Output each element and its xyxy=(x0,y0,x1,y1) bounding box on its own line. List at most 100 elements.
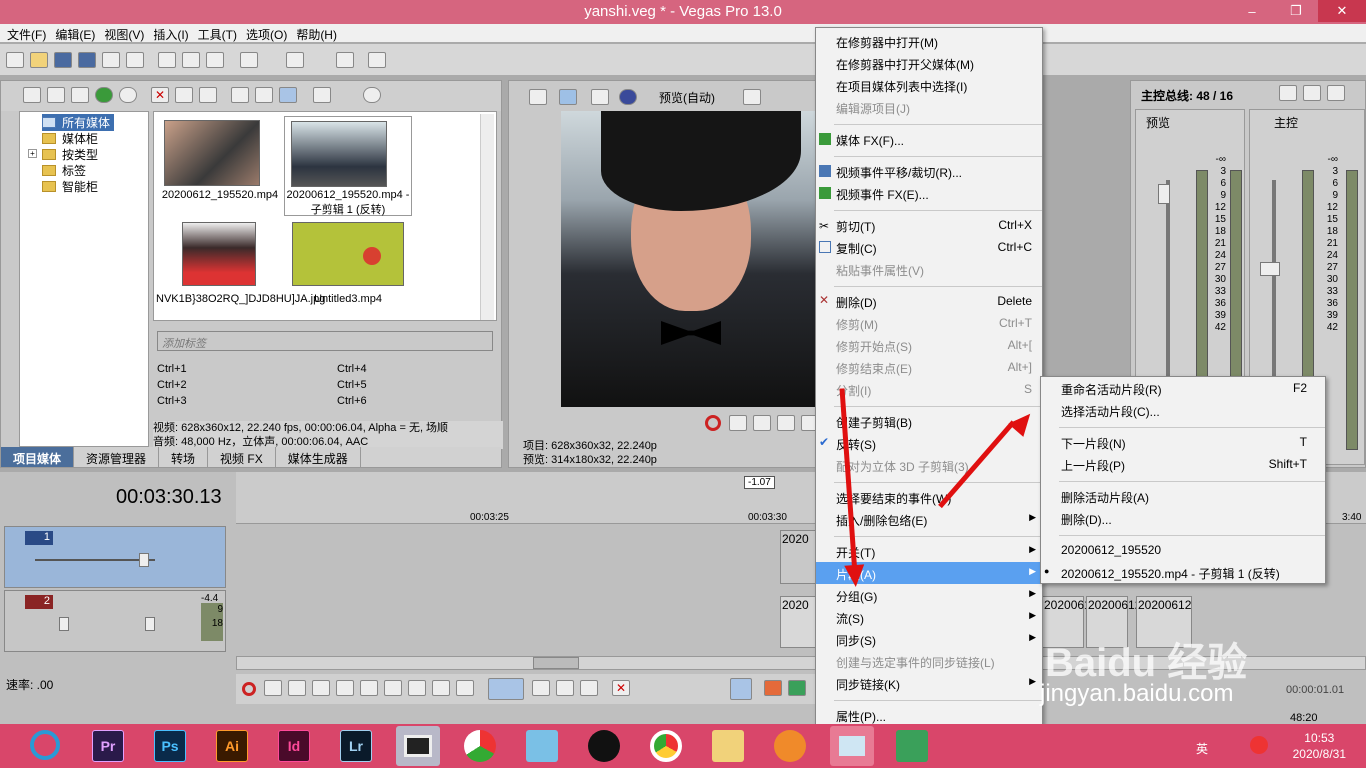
save-icon[interactable] xyxy=(54,52,72,68)
premiere-icon[interactable]: Pr xyxy=(92,730,124,762)
media-thumbnail[interactable] xyxy=(164,120,260,186)
play-start-icon[interactable] xyxy=(753,415,771,431)
system-clock[interactable]: 10:53 2020/8/31 xyxy=(1293,730,1346,762)
master-fader[interactable] xyxy=(1260,262,1280,276)
file-explorer-icon[interactable] xyxy=(712,730,744,762)
close-button[interactable]: ✕ xyxy=(1318,0,1366,22)
next-frame-icon[interactable] xyxy=(456,680,474,696)
tab-explorer[interactable]: 资源管理器 xyxy=(74,447,160,467)
open-icon[interactable] xyxy=(30,52,48,68)
mixer-icon[interactable] xyxy=(1279,85,1297,101)
get-media-icon[interactable] xyxy=(71,87,89,103)
tab-media-generators[interactable]: 媒体生成器 xyxy=(276,447,361,467)
pause-icon[interactable] xyxy=(336,680,354,696)
help-pointer-icon[interactable] xyxy=(368,52,386,68)
paste-icon[interactable] xyxy=(206,52,224,68)
properties-icon[interactable] xyxy=(175,87,193,103)
menu-edit-source-project[interactable]: 编辑源项目(J) xyxy=(816,96,1042,118)
menu-file[interactable]: 文件(F) xyxy=(4,24,49,42)
record-icon[interactable] xyxy=(242,682,256,696)
selection-tool-icon[interactable] xyxy=(556,680,574,696)
menu-reverse[interactable]: ✔ 反转(S) xyxy=(816,432,1042,454)
submenu-previous-take[interactable]: 上一片段(P) Shift+T xyxy=(1041,453,1325,475)
add-tag-input[interactable]: 添加标签 xyxy=(157,331,493,351)
menu-view[interactable]: 视图(V) xyxy=(101,24,147,42)
submenu-take-1[interactable]: 20200612_195520 xyxy=(1041,539,1325,561)
tree-media-bins[interactable]: 媒体柜 xyxy=(42,130,98,147)
browser-icon[interactable] xyxy=(30,730,60,760)
menu-split[interactable]: 分割(I) S xyxy=(816,378,1042,400)
menu-select-in-project-media[interactable]: 在项目媒体列表中选择(I) xyxy=(816,74,1042,96)
loop-icon[interactable] xyxy=(264,680,282,696)
remove-icon[interactable]: ✕ xyxy=(151,87,169,103)
menu-properties[interactable]: 属性(P)... xyxy=(816,704,1042,726)
properties-icon[interactable] xyxy=(126,52,144,68)
tab-project-media[interactable]: 项目媒体 xyxy=(1,447,75,467)
submenu-rename-active-take[interactable]: 重命名活动片段(R) F2 xyxy=(1041,377,1325,399)
illustrator-icon[interactable]: Ai xyxy=(216,730,248,762)
vegas-taskbar-button[interactable] xyxy=(396,726,440,766)
video-track-header[interactable]: 1 xyxy=(4,526,226,588)
go-start-icon[interactable] xyxy=(384,680,402,696)
fx-icon[interactable] xyxy=(591,89,609,105)
auto-preview-icon[interactable] xyxy=(279,87,297,103)
menu-help[interactable]: 帮助(H) xyxy=(293,24,340,42)
menu-options[interactable]: 选项(O) xyxy=(243,24,290,42)
app-icon[interactable] xyxy=(526,730,558,762)
menu-tools[interactable]: 工具(T) xyxy=(195,24,240,42)
app-icon[interactable] xyxy=(896,730,928,762)
lightroom-icon[interactable]: Lr xyxy=(340,730,372,762)
menu-sync[interactable]: 同步(S) ▶ xyxy=(816,628,1042,650)
split-screen-icon[interactable] xyxy=(619,89,637,105)
cut-icon[interactable] xyxy=(158,52,176,68)
search-icon[interactable] xyxy=(363,87,381,103)
thumbnail-scrollbar[interactable] xyxy=(480,114,494,320)
menu-trim-start[interactable]: 修剪开始点(S) Alt+[ xyxy=(816,334,1042,356)
app-icon[interactable] xyxy=(464,730,496,762)
submenu-delete-active-take[interactable]: 删除活动片段(A) xyxy=(1041,485,1325,507)
preview-fader[interactable] xyxy=(1158,184,1170,204)
edit-tool-icon[interactable] xyxy=(488,678,524,700)
menu-video-event-fx[interactable]: 视频事件 FX(E)... xyxy=(816,182,1042,204)
preview-properties-icon[interactable] xyxy=(529,89,547,105)
menu-media-fx[interactable]: 媒体 FX(F)... xyxy=(816,128,1042,150)
media-thumbnail[interactable] xyxy=(292,222,404,286)
copy-icon[interactable] xyxy=(182,52,200,68)
maximize-button[interactable]: ❐ xyxy=(1274,0,1318,22)
scroll-thumb[interactable] xyxy=(533,657,579,669)
search-media-icon[interactable] xyxy=(119,87,137,103)
stop-icon[interactable] xyxy=(360,680,378,696)
menu-copy[interactable]: 复制(C) Ctrl+C xyxy=(816,236,1042,258)
submenu-next-take[interactable]: 下一片段(N) T xyxy=(1041,431,1325,453)
tree-smart-bins[interactable]: 智能柜 xyxy=(42,178,98,195)
tree-tags[interactable]: 标签 xyxy=(42,162,86,179)
external-monitor-icon[interactable] xyxy=(559,89,577,105)
menu-pan-crop[interactable]: 视频事件平移/裁切(R)... xyxy=(816,160,1042,182)
audio-track-header[interactable]: 2 -4.4 9 18 xyxy=(4,590,226,652)
menu-trim-end[interactable]: 修剪结束点(E) Alt+] xyxy=(816,356,1042,378)
menu-sync-link[interactable]: 同步链接(K) ▶ xyxy=(816,672,1042,694)
envelope-tool-icon[interactable] xyxy=(532,680,550,696)
minimize-button[interactable]: – xyxy=(1230,0,1274,22)
ime-indicator[interactable]: 英 xyxy=(1196,740,1208,757)
brush-icon[interactable] xyxy=(336,52,354,68)
play-icon[interactable] xyxy=(777,415,795,431)
record-icon[interactable] xyxy=(705,415,721,431)
submenu-choose-active-take[interactable]: 选择活动片段(C)... xyxy=(1041,399,1325,421)
menu-open-parent-in-trimmer[interactable]: 在修剪器中打开父媒体(M) xyxy=(816,52,1042,74)
play-icon[interactable] xyxy=(231,87,249,103)
undo-icon[interactable] xyxy=(240,52,258,68)
menu-open-in-trimmer[interactable]: 在修剪器中打开(M) xyxy=(816,30,1042,52)
prev-frame-icon[interactable] xyxy=(432,680,450,696)
delete-icon[interactable]: ✕ xyxy=(612,680,630,696)
views-icon[interactable] xyxy=(313,87,331,103)
mixer-icon[interactable] xyxy=(1303,85,1321,101)
submenu-take-2[interactable]: ● 20200612_195520.mp4 - 子剪辑 1 (反转) xyxy=(1041,561,1325,583)
play-from-start-icon[interactable] xyxy=(288,680,306,696)
sogou-icon[interactable] xyxy=(1250,736,1268,754)
overlays-icon[interactable] xyxy=(743,89,761,105)
lock-envelopes-icon[interactable] xyxy=(730,678,752,700)
play-icon[interactable] xyxy=(312,680,330,696)
indesign-icon[interactable]: Id xyxy=(278,730,310,762)
redo-icon[interactable] xyxy=(286,52,304,68)
